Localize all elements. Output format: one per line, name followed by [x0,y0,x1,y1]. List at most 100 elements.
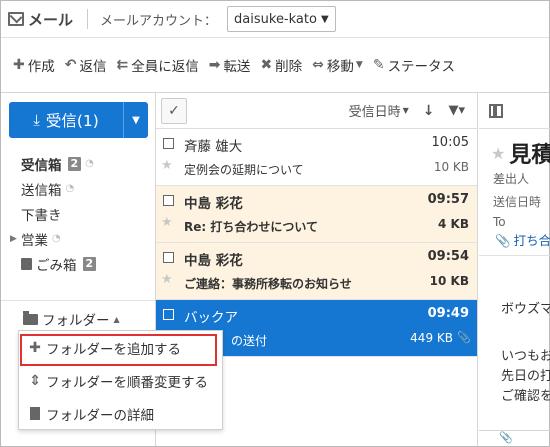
menu-item-label: フォルダーを順番変更する [46,374,208,391]
folder-sales[interactable]: ▶ 営業 ◔ [1,226,155,251]
message-time: 09:54 [427,249,469,264]
updown-arrow-icon: ⇕ [29,372,41,389]
folder-label: 送信箱 [21,182,62,199]
compose-label: 作成 [27,59,55,75]
list-header: ✓ 受信日時 ▼ ↓ ▼▾ [156,93,477,129]
checkmark-icon: ✓ [168,102,180,119]
folder-details-menu-item[interactable]: フォルダーの詳細 [19,397,222,430]
body-line: 先日の打 [501,369,550,384]
message-sender: バックア [184,310,238,326]
mail-icon [8,12,24,26]
filter-icon[interactable]: ▼▾ [448,103,465,118]
folder-menu-label: フォルダー [42,313,110,329]
preview-divider [479,255,550,256]
folder-inbox[interactable]: 受信箱 2 ◔ [1,151,155,176]
account-label: メールアカウント： [100,13,218,29]
folder-menu-toggle[interactable]: フォルダー ▲ [23,309,120,329]
reply-button[interactable]: ↶ 返信 [65,55,107,75]
date-label: 送信日時 [493,195,542,209]
folder-label: 下書き [21,207,62,224]
reply-all-label: 全員に返信 [131,59,199,75]
message-subject: の送付 [231,334,268,348]
message-checkbox[interactable] [163,309,174,320]
select-all-checkbox[interactable]: ✓ [161,97,187,124]
preview-pane: ★ 見積 差出人 送信日時 To 📎 打ち合 ボウズマ いつもお 先日の打 ご確認… [479,93,550,446]
unread-badge: 2 [67,156,82,171]
document-icon [30,407,40,420]
sync-icon: ◔ [65,183,75,194]
attachment-icon: 📎 [499,431,513,444]
message-subject: ご連絡：事務所移転のお知らせ [184,277,352,291]
message-time: 09:49 [427,306,469,321]
star-icon[interactable]: ★ [161,215,173,230]
folder-sent[interactable]: 送信箱 ◔ [1,176,155,201]
highlight-box [20,334,217,366]
move-label: 移動 [326,59,354,75]
message-sender: 中島 彩花 [184,196,243,212]
forward-icon: ➡ [208,57,221,73]
folder-dropdown-menu: ✚ フォルダーを追加する ⇕ フォルダーを順番変更する フォルダーの詳細 [18,330,223,430]
preview-header [479,93,550,129]
message-size: 10 KB [429,274,469,288]
folder-label: ごみ箱 [36,257,77,274]
chevron-down-icon: ▼ [355,60,363,70]
count-badge: 2 [82,256,97,271]
delete-button[interactable]: ✖ 削除 [260,55,302,75]
to-label: To [493,215,506,229]
message-row[interactable]: ★ 中島 彩花 Re: 打ち合わせについて 09:57 4 KB [156,186,477,243]
status-icon: ✎ [372,57,385,73]
attachment-link[interactable]: 📎 打ち合 [495,230,550,249]
account-select[interactable]: daisuke-kato ▼ [227,6,336,32]
message-sender: 中島 彩花 [184,253,243,269]
message-time: 10:05 [431,135,469,150]
body-line: いつもお [501,349,550,364]
attachment-icon: 📎 [495,233,511,248]
sort-dropdown[interactable]: 受信日時 ▼ [349,101,409,120]
reorder-folders-menu-item[interactable]: ⇕ フォルダーを順番変更する [19,364,222,397]
sync-icon: ◔ [52,233,61,244]
delete-label: 削除 [275,59,303,75]
message-size: 4 KB [438,217,469,231]
download-icon: ⤓ [33,111,40,129]
star-icon[interactable]: ★ [161,272,173,287]
forward-label: 転送 [223,59,251,75]
body-line: ボウズマ [501,302,550,317]
compose-button[interactable]: ✚ 作成 [13,55,55,75]
folder-icon [23,310,38,325]
message-row[interactable]: ★ 中島 彩花 ご連絡：事務所移転のお知らせ 09:54 10 KB [156,243,477,300]
receive-dropdown-button[interactable]: ▼ [124,102,148,138]
preview-title: ★ 見積 [491,137,550,169]
sync-icon: ◔ [85,158,94,169]
message-checkbox[interactable] [163,252,174,263]
move-button[interactable]: ⇔ 移動 ▼ [312,55,363,75]
folder-trash[interactable]: ごみ箱 2 [1,251,155,276]
move-arrows-icon: ⇔ [312,57,324,73]
folder-divider [1,300,155,301]
reply-all-icon: ⇇ [116,57,129,73]
message-size: 449 KB [410,331,453,345]
receive-button[interactable]: ⤓ 受信(1) [9,102,124,138]
folder-drafts[interactable]: 下書き [1,201,155,226]
message-checkbox[interactable] [163,138,174,149]
forward-button[interactable]: ➡ 転送 [209,55,251,75]
account-select-value: daisuke-kato [234,11,317,27]
attachment-name: 打ち合 [513,233,550,248]
folder-label: 営業 [21,232,48,249]
chevron-up-icon: ▲ [113,314,120,324]
close-icon: ✖ [260,57,273,73]
message-row[interactable]: ★ 斉藤 雄大 定例会の延期について 10:05 10 KB [156,129,477,186]
pane-layout-icon[interactable] [489,103,503,118]
message-checkbox[interactable] [163,195,174,206]
message-size: 10 KB [433,160,469,174]
expand-arrow-icon[interactable]: ▶ [10,234,17,244]
reply-all-button[interactable]: ⇇ 全員に返信 [116,55,198,75]
star-icon[interactable]: ★ [161,158,173,173]
body-line: ご確認を [501,389,550,404]
from-label: 差出人 [493,172,530,186]
app-title: メール [28,10,74,29]
sort-direction-icon[interactable]: ↓ [423,103,435,119]
message-sender: 斉藤 雄大 [184,139,243,155]
status-button[interactable]: ✎ ステータス [373,55,455,75]
folder-label: 受信箱 [21,157,62,174]
star-icon[interactable]: ★ [491,144,505,163]
